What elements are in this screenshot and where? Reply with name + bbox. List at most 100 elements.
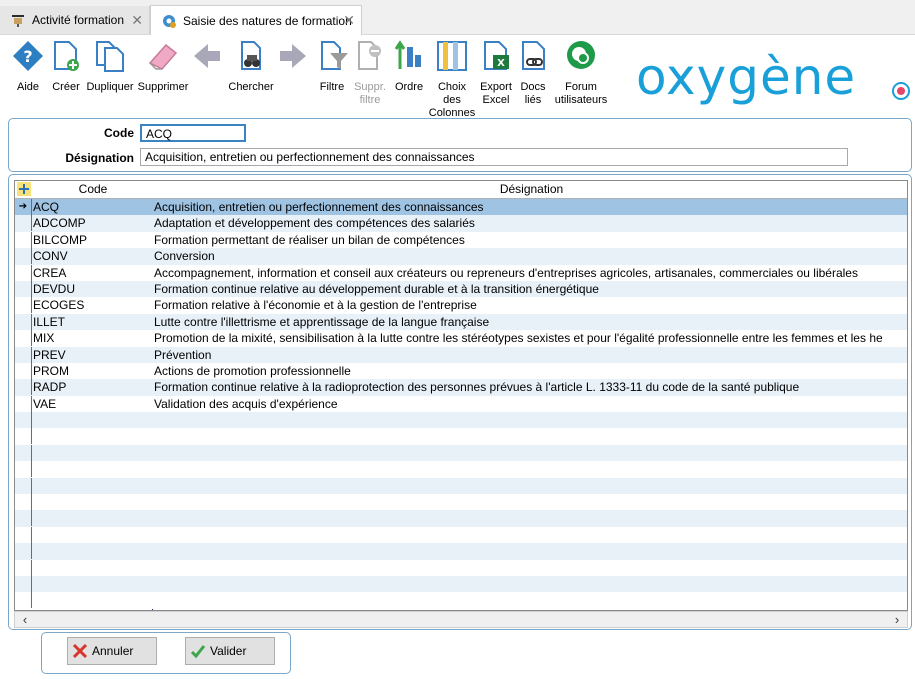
binoculars-icon bbox=[241, 41, 261, 70]
toolbar: ? Aide Créer Dupliquer Supprimer Cherche… bbox=[0, 35, 915, 119]
table-row[interactable]: CONV Conversion bbox=[15, 248, 907, 265]
empty-row[interactable] bbox=[15, 592, 907, 609]
code-field[interactable]: ACQ bbox=[140, 124, 246, 142]
excel-icon: X bbox=[484, 41, 509, 70]
filter-icon bbox=[321, 41, 348, 70]
suppr-filtre-button[interactable]: Suppr. filtre bbox=[352, 39, 388, 107]
docs-lies-button[interactable]: Docs liés bbox=[517, 39, 549, 107]
table-row[interactable]: RADP Formation continue relative à la rad… bbox=[15, 379, 907, 396]
valider-button[interactable]: Valider bbox=[185, 637, 275, 665]
choix-colonnes-button[interactable]: Choix des Colonnes bbox=[428, 39, 476, 120]
table-row[interactable]: PREV Prévention bbox=[15, 346, 907, 363]
chat-bubble-icon bbox=[567, 41, 595, 69]
row-indicator bbox=[15, 559, 32, 576]
oxygene-logo: oxygène bbox=[636, 48, 857, 106]
cell-code: PROM bbox=[33, 363, 69, 378]
cell-designation: Promotion de la mixité, sensibilisation … bbox=[154, 331, 883, 346]
close-icon[interactable]: ✕ bbox=[343, 12, 355, 29]
empty-row[interactable] bbox=[15, 477, 907, 495]
svg-text:X: X bbox=[497, 58, 505, 69]
cell-code: CONV bbox=[33, 249, 68, 264]
cell-code: ADCOMP bbox=[33, 216, 86, 231]
settings-gear-icon bbox=[163, 14, 176, 28]
cell-designation: Formation relative à l'économie et à la … bbox=[154, 298, 477, 313]
grid-rows: ➔ ACQ Acquisition, entretien ou perfection… bbox=[15, 199, 907, 609]
table-row[interactable]: MIX Promotion de la mixité, sensibilisati… bbox=[15, 330, 907, 347]
row-indicator bbox=[15, 444, 32, 461]
dupliquer-button[interactable]: Dupliquer bbox=[86, 39, 134, 94]
empty-row[interactable] bbox=[15, 543, 907, 560]
table-row[interactable]: PROM Actions de promotion professionnelle bbox=[15, 362, 907, 380]
table-row[interactable]: BILCOMP Formation permettant de réaliser … bbox=[15, 231, 907, 249]
scroll-right-icon[interactable]: › bbox=[889, 612, 905, 627]
row-indicator bbox=[15, 346, 32, 363]
row-indicator bbox=[15, 477, 32, 494]
annuler-button[interactable]: Annuler bbox=[67, 637, 157, 665]
empty-row[interactable] bbox=[15, 575, 907, 593]
cell-code: ECOGES bbox=[33, 298, 85, 313]
training-icon bbox=[12, 15, 24, 27]
empty-row[interactable] bbox=[15, 444, 907, 462]
row-indicator bbox=[15, 231, 32, 248]
cancel-x-icon bbox=[72, 643, 88, 659]
svg-text:?: ? bbox=[23, 47, 32, 66]
close-icon[interactable]: ✕ bbox=[131, 12, 143, 29]
cell-code: CREA bbox=[33, 265, 67, 280]
empty-row[interactable] bbox=[15, 510, 907, 527]
table-row[interactable]: ➔ ACQ Acquisition, entretien ou perfection… bbox=[15, 199, 907, 216]
arrow-left-icon bbox=[194, 44, 220, 68]
empty-row[interactable] bbox=[15, 526, 907, 544]
row-indicator bbox=[15, 412, 32, 429]
empty-row[interactable] bbox=[15, 412, 907, 429]
tab-label: Saisie des natures de formation bbox=[183, 13, 352, 28]
chercher-button[interactable]: Chercher bbox=[228, 39, 274, 94]
cell-designation: Formation continue relative à la radiopr… bbox=[154, 380, 800, 395]
row-indicator bbox=[15, 264, 32, 281]
export-excel-button[interactable]: X Export Excel bbox=[478, 39, 514, 107]
next-button[interactable] bbox=[276, 39, 310, 81]
previous-button[interactable] bbox=[190, 39, 224, 81]
cell-code: ACQ bbox=[33, 200, 60, 214]
cell-designation: Actions de promotion professionnelle bbox=[154, 363, 351, 378]
arrow-right-icon bbox=[280, 44, 306, 68]
table-row[interactable]: ILLET Lutte contre l'illettrisme et appre… bbox=[15, 313, 907, 331]
scroll-left-icon[interactable]: ‹ bbox=[17, 612, 33, 627]
supprimer-button[interactable]: Supprimer bbox=[137, 39, 189, 94]
cell-designation: Lutte contre l'illettrisme et apprentiss… bbox=[154, 314, 490, 329]
forum-button[interactable]: Forum utilisateurs bbox=[553, 39, 609, 107]
empty-row[interactable] bbox=[15, 559, 907, 576]
row-indicator bbox=[15, 280, 32, 297]
cell-designation: Prévention bbox=[154, 347, 212, 362]
cell-code: DEVDU bbox=[33, 281, 76, 296]
horizontal-scrollbar[interactable]: ‹ › bbox=[14, 611, 908, 628]
row-indicator bbox=[15, 362, 32, 379]
add-row-icon[interactable] bbox=[17, 182, 31, 196]
cell-designation: Validation des acquis d'expérience bbox=[154, 396, 338, 411]
empty-row[interactable] bbox=[15, 461, 907, 478]
ordre-button[interactable]: Ordre bbox=[392, 39, 426, 94]
aide-button[interactable]: ? Aide bbox=[10, 39, 46, 94]
table-row[interactable]: DEVDU Formation continue relative au déve… bbox=[15, 280, 907, 298]
designation-field[interactable]: Acquisition, entretien ou perfectionneme… bbox=[140, 148, 848, 166]
table-row[interactable]: VAE Validation des acquis d'expérience bbox=[15, 395, 907, 413]
grid-header: Code Désignation bbox=[15, 181, 907, 199]
row-indicator bbox=[15, 313, 32, 330]
row-indicator bbox=[15, 592, 32, 609]
tab-saisie-natures[interactable]: Saisie des natures de formation ✕ bbox=[150, 5, 362, 35]
cell-code: ILLET bbox=[33, 314, 66, 329]
column-header-designation[interactable]: Désignation bbox=[154, 182, 907, 196]
row-indicator bbox=[15, 510, 32, 527]
cell-designation: Accompagnement, information et conseil a… bbox=[154, 265, 858, 280]
filtre-button[interactable]: Filtre bbox=[316, 39, 348, 94]
row-indicator bbox=[15, 428, 32, 445]
tab-activite-formation[interactable]: Activité formation ✕ bbox=[0, 6, 150, 34]
empty-row[interactable] bbox=[15, 494, 907, 511]
table-row[interactable]: ADCOMP Adaptation et développement des co… bbox=[15, 215, 907, 232]
creer-button[interactable]: Créer bbox=[48, 39, 84, 94]
sort-icon bbox=[394, 40, 421, 69]
code-label: Code bbox=[104, 126, 134, 140]
table-row[interactable]: CREA Accompagnement, information et conse… bbox=[15, 264, 907, 281]
table-row[interactable]: ECOGES Formation relative à l'économie et… bbox=[15, 297, 907, 314]
empty-row[interactable] bbox=[15, 428, 907, 445]
column-header-code[interactable]: Code bbox=[33, 182, 153, 196]
